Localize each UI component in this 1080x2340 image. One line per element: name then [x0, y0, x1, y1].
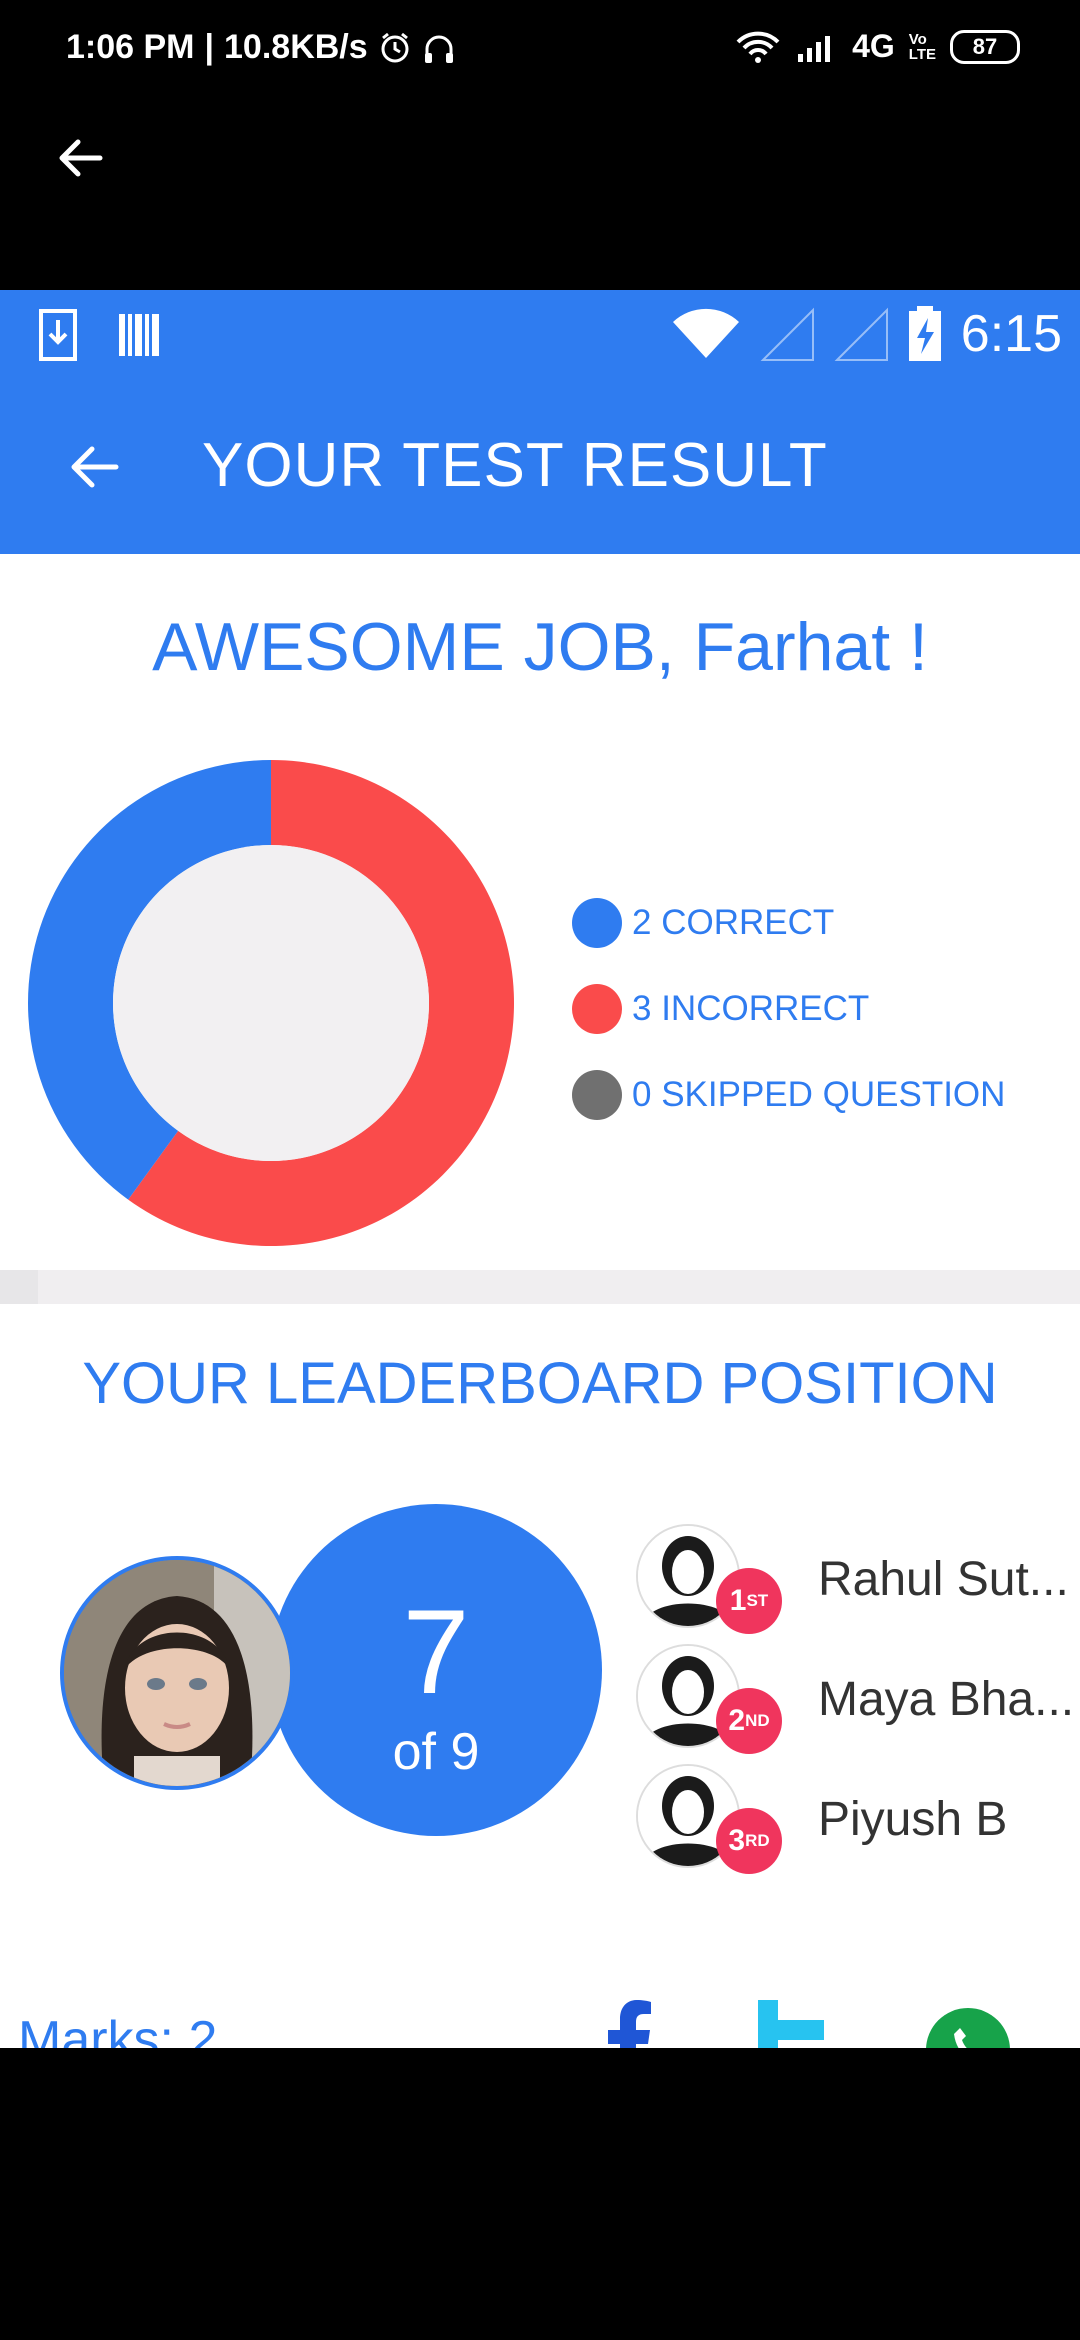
outer-status-bar: 1:06 PM | 10.8KB/s 4G Vo LTE 87 — [0, 0, 1080, 100]
legend-label-incorrect: 3 INCORRECT — [632, 989, 870, 1028]
rank-badge-2: 2 ND — [716, 1688, 782, 1754]
legend-dot-correct — [572, 898, 622, 948]
legend-label-skipped: 0 SKIPPED QUESTION — [632, 1075, 1006, 1114]
app-bar: YOUR TEST RESULT — [0, 380, 1080, 554]
legend-dot-incorrect — [572, 984, 622, 1034]
whatsapp-icon[interactable] — [920, 1990, 1010, 2048]
leaderboard-title: YOUR LEADERBOARD POSITION — [82, 1351, 998, 1416]
inner-status-right: 6:15 — [671, 304, 1062, 364]
status-time: 1:06 PM — [66, 28, 195, 66]
twitter-icon[interactable] — [746, 1990, 836, 2048]
volte-indicator: Vo LTE — [908, 30, 936, 63]
outer-status-right: 4G Vo LTE 87 — [734, 28, 1020, 65]
greeting-text: AWESOME JOB, Farhat ! — [152, 609, 928, 685]
back-arrow-icon[interactable] — [62, 435, 126, 499]
leader-name: Maya Bha... — [818, 1673, 1075, 1726]
inner-status-bar: 6:15 — [0, 290, 1080, 380]
battery-indicator: 87 — [950, 29, 1020, 64]
headphones-icon — [424, 35, 453, 63]
leader-item-3[interactable]: 3 RD Piyush B — [636, 1764, 1080, 1874]
wifi-icon — [736, 31, 780, 63]
rank-circle: 7 of 9 — [270, 1504, 602, 1836]
signal-icon — [760, 307, 814, 361]
back-arrow-icon[interactable] — [50, 128, 110, 188]
wifi-icon — [672, 308, 739, 358]
user-photo-image — [64, 1560, 290, 1786]
result-legend: 2 CORRECT 3 INCORRECT 0 SKIPPED QUESTION — [572, 880, 1005, 1138]
page-title: YOUR TEST RESULT — [202, 431, 828, 500]
facebook-icon[interactable] — [584, 1990, 674, 2048]
rank-number: 7 — [402, 1585, 470, 1719]
network-speed: 10.8KB/s — [224, 28, 368, 66]
leader-name: Rahul Sut... — [818, 1553, 1069, 1606]
outer-status-left: 1:06 PM | 10.8KB/s — [66, 28, 456, 67]
legend-label-correct: 2 CORRECT — [632, 903, 835, 942]
legend-item-skipped: 0 SKIPPED QUESTION — [572, 1052, 1005, 1138]
leader-name: Piyush B — [818, 1793, 1008, 1846]
download-icon — [39, 309, 77, 361]
rank-total: of 9 — [392, 1723, 480, 1781]
section-divider — [0, 1270, 1080, 1304]
inner-status-time: 6:15 — [960, 305, 1062, 363]
barcode-icon — [119, 314, 159, 356]
alarm-icon — [381, 32, 409, 62]
leader-item-2[interactable]: 2 ND Maya Bha... — [636, 1644, 1080, 1754]
legend-dot-skipped — [572, 1070, 622, 1120]
leader-item-1[interactable]: 1 ST Rahul Sut... — [636, 1524, 1080, 1634]
network-type: 4G — [852, 28, 895, 64]
legend-item-incorrect: 3 INCORRECT — [572, 966, 1005, 1052]
marks-label: Marks: 2 — [18, 2011, 218, 2048]
legend-item-correct: 2 CORRECT — [572, 880, 1005, 966]
rank-badge-3: 3 RD — [716, 1808, 782, 1874]
result-donut-chart — [28, 760, 514, 1246]
user-avatar — [60, 1556, 294, 1790]
signal-icon — [798, 35, 831, 62]
embedded-screenshot: 6:15 YOUR TEST RESULT AWESOME JOB, Farha… — [0, 290, 1080, 2048]
battery-charging-icon — [908, 306, 941, 361]
signal-icon — [834, 307, 888, 361]
donut-hole — [113, 845, 429, 1161]
rank-badge-1: 1 ST — [716, 1568, 782, 1634]
